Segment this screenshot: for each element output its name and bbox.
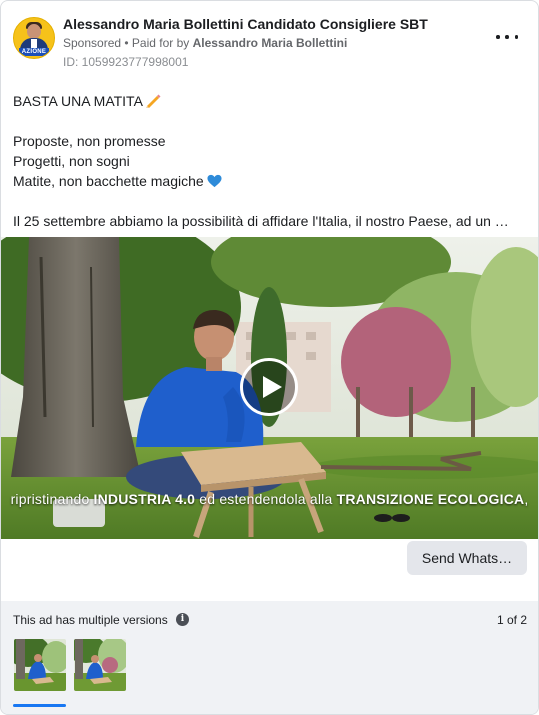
video-subtitle: ripristinando INDUSTRIA 4.0 ed estendend…: [1, 491, 538, 507]
subtitle-text: ripristinando: [10, 491, 94, 507]
avatar[interactable]: AZIONE: [13, 17, 55, 59]
version-thumbnail-2[interactable]: [74, 639, 126, 691]
ad-id: ID: 1059923777998001: [63, 55, 189, 69]
pencil-icon: [145, 94, 161, 108]
post-line: Matite, non bacchette magiche: [13, 171, 526, 191]
info-icon[interactable]: i: [176, 613, 189, 626]
send-whatsapp-button[interactable]: Send Whats…: [407, 541, 527, 575]
thumbnail-image: [74, 639, 126, 691]
post-text: BASTA UNA MATITA Proposte, non promesse …: [13, 91, 526, 231]
post-line: Il 25 settembre abbiamo la possibilità d…: [13, 213, 509, 229]
version-counter: 1 of 2: [496, 613, 527, 627]
page-name[interactable]: Alessandro Maria Bollettini Candidato Co…: [63, 16, 428, 32]
subtitle-text: ,: [524, 491, 529, 507]
more-dot: [496, 35, 500, 39]
post-line: Progetti, non sogni: [13, 153, 130, 169]
paid-for-by: Alessandro Maria Bollettini: [192, 36, 348, 50]
post-line: Proposte, non promesse: [13, 133, 166, 149]
subtitle-bold: TRANSIZIONE ECOLOGICA: [336, 491, 525, 507]
selected-version-indicator: [13, 704, 66, 707]
avatar-badge: AZIONE: [19, 48, 49, 56]
subtitle-text: ed estendendola alla: [195, 491, 337, 507]
ad-header: AZIONE Alessandro Maria Bollettini Candi…: [13, 15, 526, 71]
post-line-text: Matite, non bacchette magiche: [13, 173, 204, 189]
version-thumbnail-1[interactable]: [14, 639, 66, 691]
more-dot: [505, 35, 509, 39]
ad-card: AZIONE Alessandro Maria Bollettini Candi…: [0, 0, 539, 715]
play-icon: [263, 376, 282, 398]
post-line: BASTA UNA MATITA: [13, 91, 526, 111]
subtitle-bold: INDUSTRIA 4.0: [93, 491, 196, 507]
ad-versions-panel: This ad has multiple versions i 1 of 2: [1, 601, 538, 714]
avatar-face: [27, 24, 41, 39]
sponsored-label: Sponsored: [63, 36, 122, 50]
more-dot: [514, 35, 518, 39]
more-options-button[interactable]: [496, 29, 518, 45]
post-headline: BASTA UNA MATITA: [13, 93, 143, 109]
blue-heart-icon: [207, 174, 222, 188]
thumbnail-image: [14, 639, 66, 691]
sponsor-line: Sponsored • Paid for by Alessandro Maria…: [63, 36, 347, 50]
play-button[interactable]: [240, 358, 298, 416]
paid-for-prefix: • Paid for by: [121, 36, 193, 50]
versions-label: This ad has multiple versions: [13, 613, 168, 627]
